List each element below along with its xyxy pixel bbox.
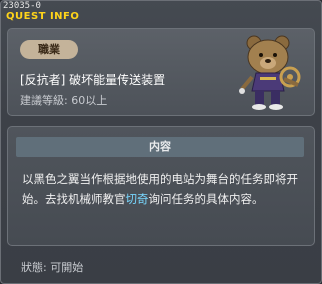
npc-name-link[interactable]: 切奇 bbox=[126, 192, 149, 206]
quest-summary-panel: 職業 [反抗者] 破坏能量传送装置 建議等級: 60以上 bbox=[7, 28, 315, 116]
quest-id: 23035-0 bbox=[3, 1, 41, 11]
quest-name: [反抗者] 破坏能量传送装置 bbox=[20, 73, 166, 87]
job-badge: 職業 bbox=[20, 40, 78, 59]
quest-content-panel: 内容 以黑色之翼当作根据地使用的电站为舞台的任务即将开始。去找机械师教官切奇询问… bbox=[7, 126, 315, 246]
quest-info-window: 23035-0 QUEST INFO 職業 [反抗者] 破坏能量传送装置 建議等… bbox=[0, 0, 322, 284]
quest-description: 以黑色之翼当作根据地使用的电站为舞台的任务即将开始。去找机械师教官切奇询问任务的… bbox=[22, 169, 306, 209]
window-title: QUEST INFO bbox=[6, 11, 80, 22]
description-text-2: 询问任务的具体内容。 bbox=[148, 192, 264, 206]
recommended-level: 建議等級: 60以上 bbox=[20, 94, 108, 107]
quest-status: 狀態: 可開始 bbox=[21, 261, 84, 274]
content-header: 内容 bbox=[16, 137, 304, 157]
npc-bear-character-icon bbox=[239, 35, 301, 110]
